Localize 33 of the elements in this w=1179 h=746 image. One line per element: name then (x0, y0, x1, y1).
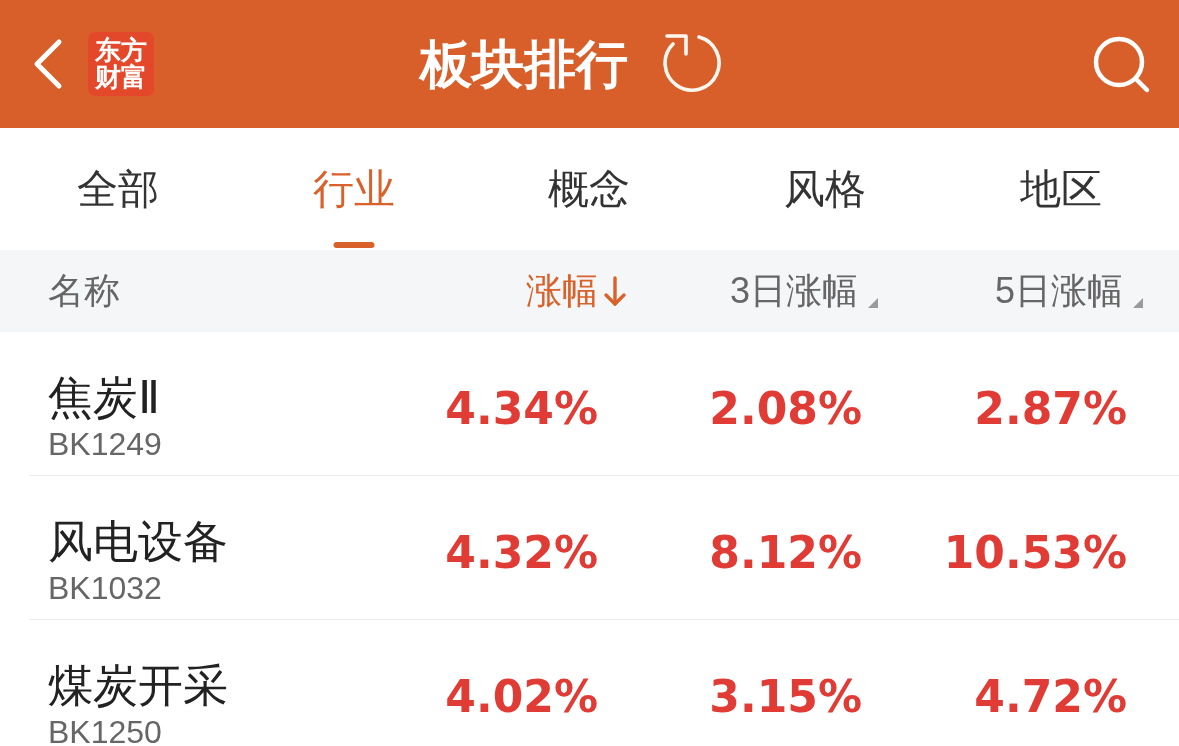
tab-underline (333, 242, 375, 248)
change-value: 4.72% (974, 674, 1127, 719)
tab[interactable]: 全部 (76, 169, 159, 250)
sector-name: 煤炭开采 (48, 663, 228, 708)
chevron-left-icon (32, 38, 64, 90)
sort-triangle-icon (1133, 298, 1143, 308)
change-value: 2.08% (709, 386, 862, 431)
sector-name: 风电设备 (48, 519, 228, 564)
arrow-down-icon (603, 275, 627, 307)
sector-code: BK1032 (48, 572, 162, 604)
app-logo: 东方财富 (88, 32, 154, 96)
change-value: 4.32% (445, 530, 598, 575)
change-value: 10.53% (943, 530, 1127, 575)
change-value: 3.15% (709, 674, 862, 719)
refresh-icon (661, 33, 723, 95)
sector-code: BK1249 (48, 428, 162, 460)
column-header[interactable]: 5日涨幅 (994, 273, 1143, 309)
tab[interactable]: 风格 (784, 169, 867, 250)
change-value: 4.34% (445, 386, 598, 431)
tab[interactable]: 概念 (548, 169, 631, 250)
sector-name: 焦炭Ⅱ (48, 375, 160, 420)
sector-code: BK1250 (48, 716, 162, 746)
column-header: 名称 (48, 273, 120, 309)
change-value: 4.02% (445, 674, 598, 719)
tab[interactable]: 行业 (312, 169, 395, 250)
change-value: 2.87% (974, 386, 1127, 431)
column-header[interactable]: 3日涨幅 (729, 273, 878, 309)
tab[interactable]: 地区 (1020, 169, 1103, 250)
sort-triangle-icon (868, 298, 878, 308)
change-value: 8.12% (709, 530, 862, 575)
page-title: 板块排行 (420, 38, 628, 90)
back-button[interactable] (32, 38, 64, 90)
refresh-button[interactable] (661, 33, 723, 95)
